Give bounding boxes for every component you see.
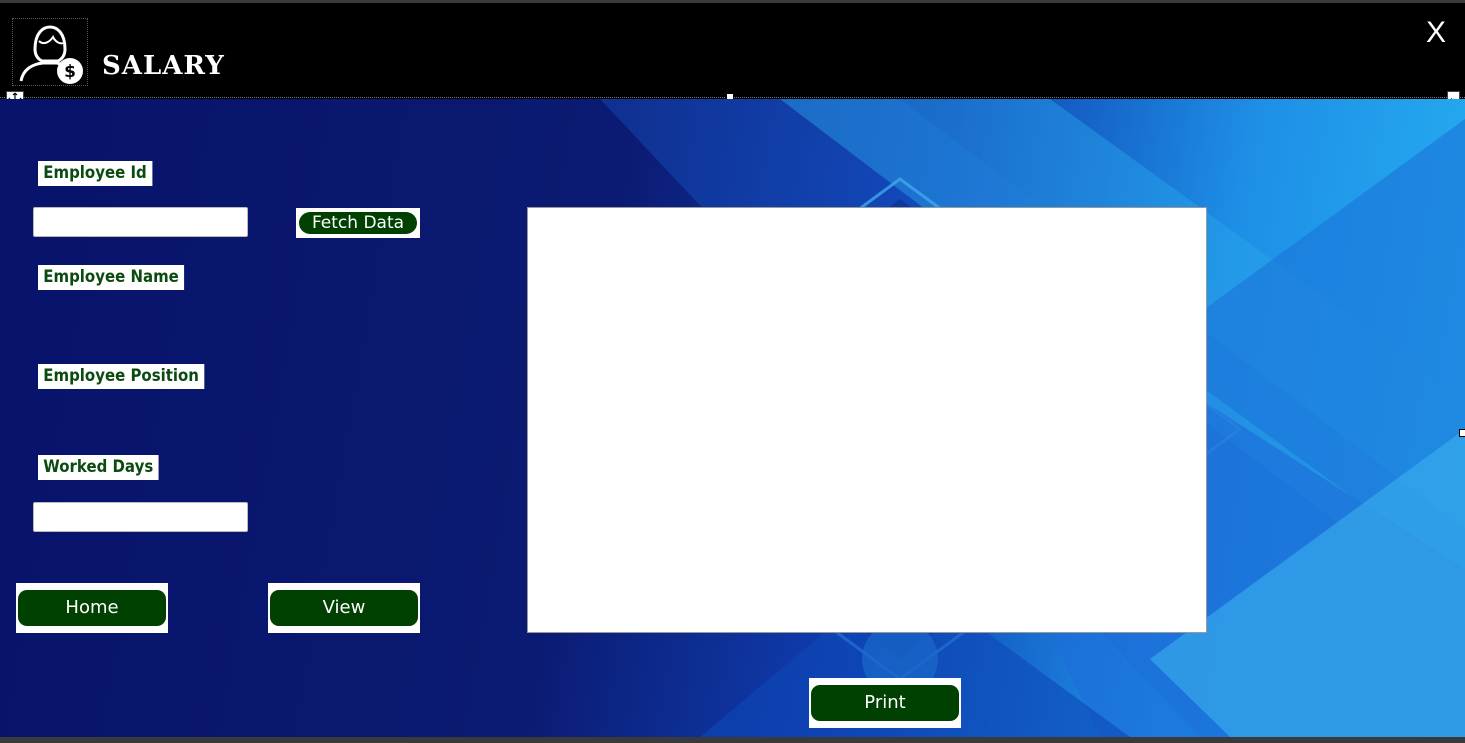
home-button-frame: Home (16, 583, 168, 633)
worked-days-label: Worked Days (38, 455, 159, 480)
window-title: SALARY (102, 51, 225, 81)
resize-handle-right[interactable] (1459, 429, 1465, 437)
print-button-frame: Print (809, 678, 961, 728)
employee-salary-icon: $ (19, 25, 83, 84)
logo: $ (12, 18, 88, 86)
svg-text:$: $ (64, 62, 76, 82)
close-button[interactable]: X (1420, 15, 1452, 51)
salary-report-area[interactable] (527, 207, 1207, 633)
employee-id-label: Employee Id (38, 161, 153, 186)
print-button[interactable]: Print (811, 685, 959, 721)
salary-window: $ SALARY X Employee Id Fetch Data Employ… (0, 3, 1465, 737)
title-bar: $ SALARY X (0, 3, 1465, 97)
view-button-frame: View (268, 583, 420, 633)
fetch-data-frame: Fetch Data (296, 208, 420, 238)
worked-days-input[interactable] (33, 502, 248, 532)
fetch-data-button[interactable]: Fetch Data (299, 212, 417, 234)
view-button[interactable]: View (270, 590, 418, 626)
main-panel: Employee Id Fetch Data Employee Name Emp… (0, 99, 1465, 737)
employee-id-input[interactable] (33, 207, 248, 237)
employee-position-label: Employee Position (38, 364, 205, 389)
home-button[interactable]: Home (18, 590, 166, 626)
employee-name-label: Employee Name (38, 265, 185, 290)
